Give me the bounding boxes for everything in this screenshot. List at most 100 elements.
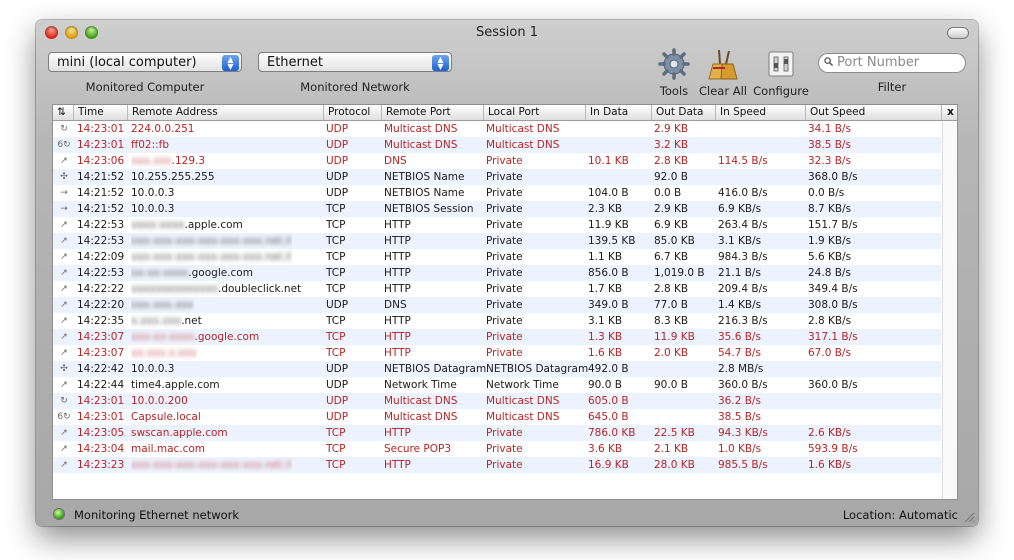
- column-header-local-port[interactable]: Local Port: [483, 105, 585, 120]
- tools-button[interactable]: Tools: [654, 48, 694, 98]
- table-row[interactable]: ↻ 14:23:01 10.0.0.200 UDP Multicast DNS Multi…: [53, 393, 941, 409]
- cell-in-data: 3.1 KB: [588, 315, 623, 327]
- cell-time: 14:23:07: [77, 331, 125, 343]
- cell-time: 14:23:01: [77, 139, 125, 151]
- cell-out-data: 2.0 KB: [654, 347, 689, 359]
- cell-time: 14:23:23: [77, 459, 125, 471]
- resize-grip-icon[interactable]: [964, 512, 975, 523]
- cell-in-speed: 985.5 B/s: [718, 459, 768, 471]
- table-row[interactable]: ↗ 14:23:04 mail.mac.com TCP Secure POP3 Priva…: [53, 441, 941, 457]
- direction-column-header[interactable]: ⇅: [53, 105, 73, 120]
- cell-proto: TCP: [326, 219, 346, 231]
- column-header-out-data[interactable]: Out Data: [651, 105, 715, 120]
- cell-rport: Multicast DNS: [384, 139, 458, 151]
- table-row[interactable]: ↗ 14:22:53 xxxx-xxxx.apple.com TCP HTTP Priva…: [53, 217, 941, 233]
- network-select[interactable]: Ethernet ▲ ▼: [258, 52, 452, 72]
- cell-remote-address: time4.apple.com: [131, 377, 220, 393]
- cell-time: 14:21:52: [77, 203, 125, 215]
- port-filter-input[interactable]: Port Number: [818, 53, 966, 73]
- cell-in-data: 1.7 KB: [588, 283, 623, 295]
- cell-in-speed: 21.1 B/s: [718, 267, 761, 279]
- cell-out-data: 2.8 KB: [654, 283, 689, 295]
- configure-button[interactable]: Configure: [753, 48, 809, 98]
- cell-rport: HTTP: [384, 251, 411, 263]
- cell-in-speed: 6.9 KB/s: [718, 203, 762, 215]
- cell-proto: TCP: [326, 347, 346, 359]
- toolbar-toggle-button[interactable]: [947, 27, 969, 39]
- direction-icon: →: [60, 188, 68, 198]
- cell-out-speed: 593.9 B/s: [808, 443, 858, 455]
- cell-lport: Private: [486, 347, 523, 359]
- direction-icon: ↗: [60, 156, 68, 166]
- column-header-remote-port[interactable]: Remote Port: [381, 105, 483, 120]
- cell-out-speed: 308.0 B/s: [808, 299, 858, 311]
- table-row[interactable]: ↗ 14:23:23 xxx-xxx-xxx-xxx-xxx-xxx.net.il T…: [53, 457, 941, 473]
- cell-in-speed: 2.8 MB/s: [718, 363, 764, 375]
- cell-out-speed: 2.8 KB/s: [808, 315, 852, 327]
- cell-in-speed: 114.5 B/s: [718, 155, 768, 167]
- cell-proto: UDP: [326, 299, 349, 311]
- table-row[interactable]: ✣ 14:22:42 10.0.0.3 UDP NETBIOS Datagram NETB…: [53, 361, 941, 377]
- table-row[interactable]: ↗ 14:22:09 xxx-xxx-xxx-xxx-xxx-xxx.net.il T…: [53, 249, 941, 265]
- redacted-address-part: x.xxx.xxx: [131, 315, 182, 327]
- table-row[interactable]: 6↻ 14:23:01 Capsule.local UDP Multicast DNS M…: [53, 409, 941, 425]
- cell-time: 14:23:01: [77, 395, 125, 407]
- direction-icon: ↗: [60, 332, 68, 342]
- direction-icon: ↗: [60, 444, 68, 454]
- table-row[interactable]: ↗ 14:22:22 xxxxxxxxxxxxxx.doubleclick.net T…: [53, 281, 941, 297]
- switches-icon: [768, 51, 794, 77]
- computer-select-value: mini (local computer): [57, 55, 197, 70]
- direction-icon: →: [60, 204, 68, 214]
- column-header-in-speed[interactable]: In Speed: [715, 105, 805, 120]
- cell-in-data: 856.0 B: [588, 267, 629, 279]
- clear-all-button[interactable]: Clear All: [698, 48, 748, 98]
- table-row[interactable]: ↗ 14:22:53 xx-xx-xxxx.google.com TCP HTTP Pri…: [53, 265, 941, 281]
- column-header-remote-address[interactable]: Remote Address: [127, 105, 323, 120]
- address-text: .doubleclick.net: [218, 283, 302, 295]
- cell-out-speed: 5.6 KB/s: [808, 251, 852, 263]
- cell-proto: UDP: [326, 123, 349, 135]
- cell-time: 14:23:01: [77, 411, 125, 423]
- cell-lport: Multicast DNS: [486, 139, 560, 151]
- table-row[interactable]: ✣ 14:21:52 10.255.255.255 UDP NETBIOS Name Pr…: [53, 169, 941, 185]
- cell-out-data: 2.9 KB: [654, 203, 689, 215]
- cell-out-data: 28.0 KB: [654, 459, 695, 471]
- cell-remote-address: xxx-xxx-xxx-xxx-xxx-xxx.net.il: [131, 457, 292, 473]
- table-row[interactable]: ↻ 14:23:01 224.0.0.251 UDP Multicast DNS Mult…: [53, 121, 941, 137]
- column-header-time[interactable]: Time: [73, 105, 127, 120]
- table-row[interactable]: ↗ 14:22:44 time4.apple.com UDP Network Time N…: [53, 377, 941, 393]
- table-row[interactable]: ↗ 14:22:20 xxx.xxx.xxx UDP DNS Private 349.0 B…: [53, 297, 941, 313]
- address-text: 10.0.0.200: [131, 395, 188, 407]
- cell-lport: Private: [486, 283, 523, 295]
- cell-out-speed: 2.6 KB/s: [808, 427, 852, 439]
- cell-lport: Private: [486, 459, 523, 471]
- direction-icon: ↗: [60, 428, 68, 438]
- network-select-value: Ethernet: [267, 55, 323, 70]
- column-header-protocol[interactable]: Protocol: [323, 105, 381, 120]
- cell-lport: Private: [486, 267, 523, 279]
- cell-time: 14:21:52: [77, 171, 125, 183]
- table-row[interactable]: ↗ 14:22:53 xxx-xxx-xxx-xxx-xxx-xxx.net.il T…: [53, 233, 941, 249]
- table-row[interactable]: ↗ 14:23:07 xx.xxx.x.xxx TCP HTTP Private 1.6 K…: [53, 345, 941, 361]
- cell-remote-address: xx-xx-xxxx.google.com: [131, 265, 253, 281]
- table-row[interactable]: ↗ 14:23:06 xxx.xxx.129.3 UDP DNS Private 10.1 …: [53, 153, 941, 169]
- cell-rport: HTTP: [384, 267, 411, 279]
- close-table-button[interactable]: x: [941, 105, 957, 120]
- table-row[interactable]: → 14:21:52 10.0.0.3 TCP NETBIOS Session Priva…: [53, 201, 941, 217]
- vertical-scrollbar[interactable]: [942, 121, 957, 499]
- table-row[interactable]: 6↻ 14:23:01 ff02::fb UDP Multicast DNS Multic…: [53, 137, 941, 153]
- table-header: ⇅ Time Remote Address Protocol Remote Po…: [53, 105, 957, 121]
- column-header-out-speed[interactable]: Out Speed: [805, 105, 941, 120]
- cell-in-speed: 984.3 B/s: [718, 251, 768, 263]
- table-row[interactable]: → 14:21:52 10.0.0.3 UDP NETBIOS Name Private 1…: [53, 185, 941, 201]
- computer-select[interactable]: mini (local computer) ▲ ▼: [48, 52, 242, 72]
- cell-time: 14:22:53: [77, 267, 125, 279]
- cell-in-data: 90.0 B: [588, 379, 622, 391]
- cell-out-data: 1,019.0 B: [654, 267, 705, 279]
- cell-in-data: 11.9 KB: [588, 219, 629, 231]
- table-row[interactable]: ↗ 14:23:05 swscan.apple.com TCP HTTP Private 7…: [53, 425, 941, 441]
- column-header-in-data[interactable]: In Data: [585, 105, 651, 120]
- cell-proto: TCP: [326, 251, 346, 263]
- table-row[interactable]: ↗ 14:23:07 xxx-xx-xxxx.google.com TCP HTTP Pr…: [53, 329, 941, 345]
- table-row[interactable]: ↗ 14:22:35 x.xxx.xxx.net TCP HTTP Private 3.1 …: [53, 313, 941, 329]
